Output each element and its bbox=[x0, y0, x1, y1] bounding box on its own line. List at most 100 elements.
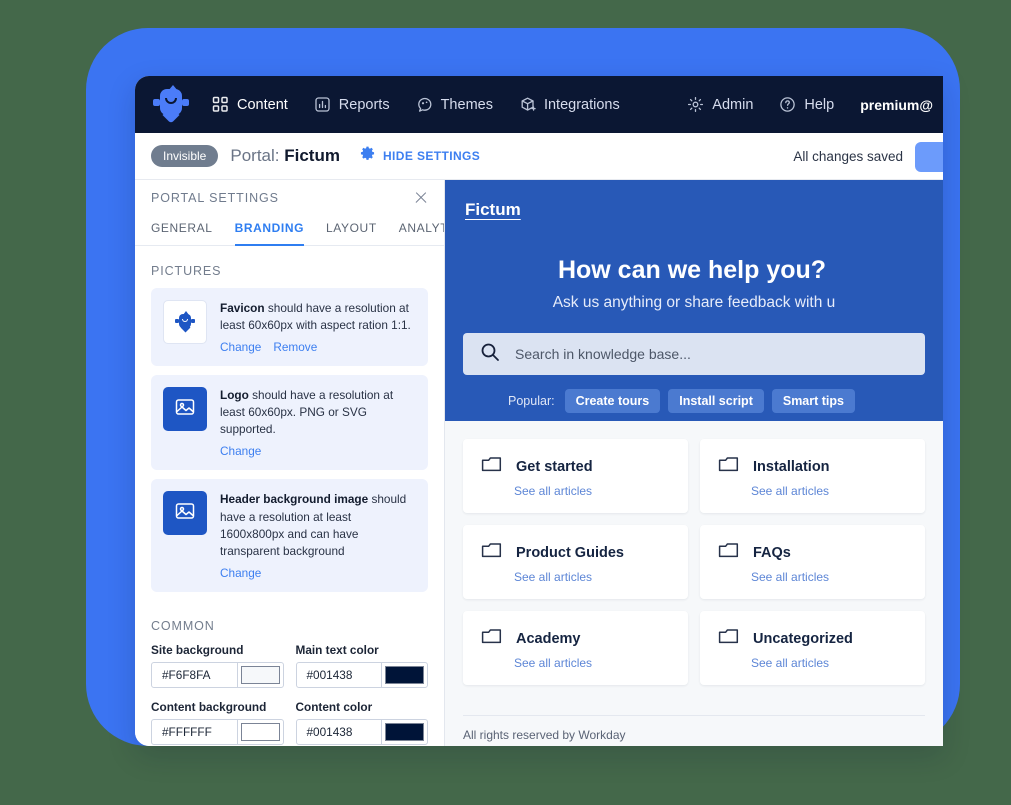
field-row-1: Site background #F6F8FA Main text color … bbox=[151, 643, 428, 688]
popular-label: Popular: bbox=[508, 394, 555, 408]
portal-title-name: Fictum bbox=[284, 146, 340, 165]
folder-icon bbox=[481, 627, 502, 651]
change-link[interactable]: Change bbox=[220, 444, 261, 458]
color-input[interactable]: #001438 bbox=[295, 718, 428, 745]
userguiding-bot-logo[interactable] bbox=[152, 84, 190, 124]
nav-item-label: Admin bbox=[712, 96, 754, 113]
favicon-thumbnail[interactable] bbox=[163, 300, 207, 344]
change-link[interactable]: Change bbox=[220, 340, 261, 354]
nav-item-help[interactable]: Help bbox=[779, 96, 834, 113]
field-label: Site background bbox=[151, 642, 244, 657]
picture-description: Header background image should have a re… bbox=[220, 491, 416, 559]
nav-item-admin[interactable]: Admin bbox=[687, 96, 753, 113]
settings-panel-title: PORTAL SETTINGS bbox=[151, 190, 279, 205]
editor-body: PORTAL SETTINGS GENERAL BRANDING LAYOUT … bbox=[135, 180, 943, 746]
nav-item-label: Themes bbox=[440, 96, 493, 113]
color-swatch bbox=[240, 722, 280, 741]
question-circle-icon bbox=[779, 96, 796, 113]
color-swatch bbox=[385, 722, 424, 741]
remove-link[interactable]: Remove bbox=[273, 340, 317, 354]
nav-item-label: Integrations bbox=[543, 96, 620, 113]
preview-hero: Fictum How can we help you? Ask us anyth… bbox=[445, 180, 943, 421]
save-status-text: All changes saved bbox=[793, 149, 903, 164]
category-card-get-started[interactable]: Get started See all articles bbox=[463, 439, 688, 513]
grid-icon bbox=[212, 96, 229, 113]
tab-analytics[interactable]: ANALYTICS bbox=[399, 215, 444, 246]
preview-footer-text: All rights reserved by Workday bbox=[463, 728, 626, 742]
logo-thumbnail[interactable] bbox=[163, 387, 207, 432]
see-all-articles-link[interactable]: See all articles bbox=[751, 656, 907, 670]
field-content-color: Content color #001438 bbox=[295, 699, 428, 745]
field-site-background: Site background #F6F8FA bbox=[151, 643, 284, 688]
preview-brand-link[interactable]: Fictum bbox=[465, 200, 521, 220]
category-card-header: Installation bbox=[718, 455, 907, 479]
search-placeholder: Search in knowledge base... bbox=[515, 346, 691, 362]
nav-item-integrations[interactable]: Integrations bbox=[519, 96, 620, 113]
color-value[interactable]: #001438 bbox=[297, 663, 382, 687]
folder-icon bbox=[481, 455, 502, 479]
popular-chip-install-script[interactable]: Install script bbox=[668, 389, 764, 413]
nav-item-reports[interactable]: Reports bbox=[314, 96, 390, 113]
picture-name: Logo bbox=[220, 388, 249, 403]
category-name: Uncategorized bbox=[753, 631, 853, 647]
preview-search-bar[interactable]: Search in knowledge base... bbox=[463, 333, 925, 375]
save-button[interactable] bbox=[915, 141, 943, 172]
color-swatch bbox=[240, 665, 280, 684]
field-label: Content color bbox=[295, 699, 373, 714]
tab-layout[interactable]: LAYOUT bbox=[326, 215, 377, 246]
category-card-installation[interactable]: Installation See all articles bbox=[700, 439, 925, 513]
field-label: Main text color bbox=[295, 642, 379, 657]
popular-searches: Popular: Create tours Install script Sma… bbox=[445, 389, 925, 413]
see-all-articles-link[interactable]: See all articles bbox=[514, 570, 670, 584]
popular-chip-create-tours[interactable]: Create tours bbox=[564, 389, 661, 413]
category-card-uncategorized[interactable]: Uncategorized See all articles bbox=[700, 611, 925, 685]
field-row-2: Content background #FFFFFF Content color… bbox=[151, 700, 428, 745]
category-card-academy[interactable]: Academy See all articles bbox=[463, 611, 688, 685]
field-main-text-color: Main text color #001438 bbox=[295, 642, 428, 688]
category-card-product-guides[interactable]: Product Guides See all articles bbox=[463, 525, 688, 599]
nav-item-content[interactable]: Content bbox=[212, 96, 288, 113]
tab-branding[interactable]: BRANDING bbox=[234, 215, 305, 246]
settings-panel-header: PORTAL SETTINGS bbox=[135, 180, 444, 215]
category-name: Academy bbox=[516, 631, 581, 647]
picture-description: Favicon should have a resolution at leas… bbox=[220, 300, 416, 334]
category-card-header: Get started bbox=[481, 455, 670, 479]
color-value[interactable]: #F6F8FA bbox=[152, 663, 237, 687]
nav-item-label: Content bbox=[237, 96, 288, 113]
field-content-background: Content background #FFFFFF bbox=[151, 700, 284, 745]
picture-setting-favicon: Favicon should have a resolution at leas… bbox=[151, 288, 428, 367]
nav-item-themes[interactable]: Themes bbox=[416, 96, 493, 113]
gear-icon bbox=[687, 96, 704, 113]
close-icon[interactable] bbox=[414, 191, 428, 205]
color-input[interactable]: #001438 bbox=[295, 661, 428, 688]
color-swatch-button[interactable] bbox=[381, 719, 427, 744]
hide-settings-button[interactable]: HIDE SETTINGS bbox=[360, 146, 480, 166]
image-placeholder-icon bbox=[173, 499, 197, 528]
color-input[interactable]: #F6F8FA bbox=[151, 661, 284, 688]
color-swatch bbox=[385, 665, 424, 684]
color-swatch-button[interactable] bbox=[381, 662, 427, 687]
color-swatch-button[interactable] bbox=[236, 662, 283, 687]
color-swatch-button[interactable] bbox=[236, 719, 283, 744]
tab-general[interactable]: GENERAL bbox=[151, 215, 213, 246]
see-all-articles-link[interactable]: See all articles bbox=[751, 570, 907, 584]
color-input[interactable]: #FFFFFF bbox=[151, 718, 284, 745]
status-badge-visibility[interactable]: Invisible bbox=[151, 145, 219, 167]
category-card-header: Product Guides bbox=[481, 541, 670, 565]
header-background-thumbnail[interactable] bbox=[163, 491, 207, 536]
see-all-articles-link[interactable]: See all articles bbox=[514, 484, 670, 498]
change-link[interactable]: Change bbox=[220, 566, 261, 580]
color-value[interactable]: #001438 bbox=[297, 720, 382, 744]
see-all-articles-link[interactable]: See all articles bbox=[751, 484, 907, 498]
preview-subheadline: Ask us anything or share feedback with u bbox=[552, 294, 836, 311]
field-label: Content background bbox=[151, 699, 267, 714]
top-navigation-bar: Content Reports Themes Integrations Admi… bbox=[135, 76, 943, 133]
common-settings-grid: Site background #F6F8FA Main text color … bbox=[135, 643, 444, 746]
primary-nav-items: Content Reports Themes Integrations bbox=[212, 96, 620, 113]
app-window: Content Reports Themes Integrations Admi… bbox=[135, 76, 943, 746]
category-card-faqs[interactable]: FAQs See all articles bbox=[700, 525, 925, 599]
popular-chip-smart-tips[interactable]: Smart tips bbox=[771, 389, 855, 413]
color-value[interactable]: #FFFFFF bbox=[152, 720, 237, 744]
see-all-articles-link[interactable]: See all articles bbox=[514, 656, 670, 670]
user-account-email[interactable]: premium@ bbox=[860, 97, 933, 113]
